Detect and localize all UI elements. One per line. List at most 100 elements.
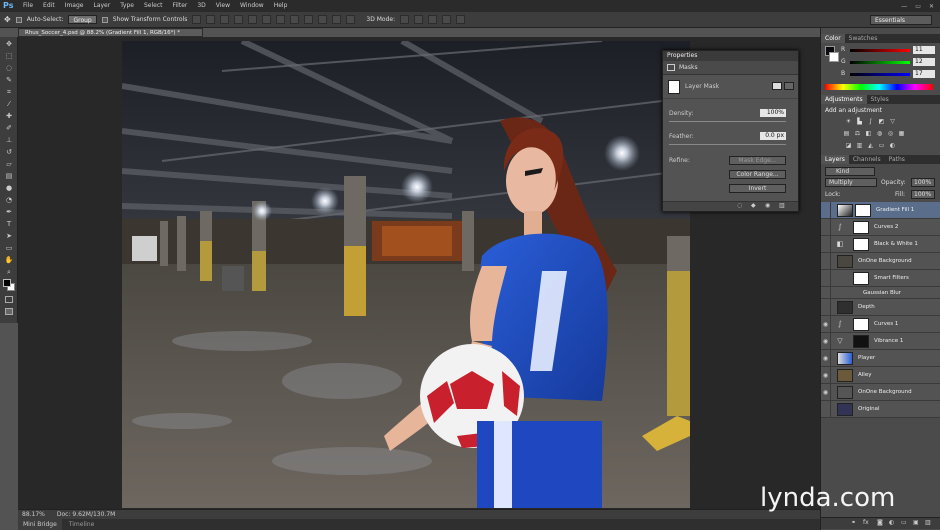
visibility-toggle[interactable]: [821, 252, 831, 270]
opacity-input[interactable]: 100%: [911, 178, 935, 187]
photo-filter-icon[interactable]: ◍: [876, 130, 883, 137]
brightness-contrast-icon[interactable]: ☀: [845, 118, 852, 125]
layer-filter-kind[interactable]: Kind: [825, 167, 875, 176]
mask-thumbnail[interactable]: [853, 220, 869, 234]
tab-paths[interactable]: Paths: [885, 155, 909, 164]
add-mask-icon[interactable]: ◙: [877, 519, 883, 526]
history-brush-icon[interactable]: ↺: [4, 148, 14, 157]
distribute-vcenter-icon[interactable]: [290, 15, 300, 24]
add-vector-mask-icon[interactable]: [784, 82, 794, 90]
color-lookup-icon[interactable]: ▦: [898, 130, 905, 137]
layer-row[interactable]: ◉ ∫ Curves 1: [821, 315, 940, 333]
layer-row[interactable]: Depth: [821, 298, 940, 316]
menu-type[interactable]: Type: [115, 0, 139, 12]
layer-row[interactable]: ◉ OnOne Background: [821, 383, 940, 401]
layer-name[interactable]: Alley: [858, 372, 871, 378]
mask-edge-button[interactable]: Mask Edge...: [729, 156, 786, 165]
layer-name[interactable]: Player: [858, 355, 875, 361]
visibility-toggle[interactable]: ◉: [821, 315, 831, 333]
selective-color-icon[interactable]: ◐: [889, 142, 896, 149]
layer-row[interactable]: ◉ Player: [821, 349, 940, 367]
add-pixel-mask-icon[interactable]: [772, 82, 782, 90]
color-range-button[interactable]: Color Range...: [729, 170, 786, 179]
tab-mini-bridge[interactable]: Mini Bridge: [18, 519, 62, 530]
3d-roll-icon[interactable]: [414, 15, 424, 24]
visibility-toggle[interactable]: [821, 400, 831, 418]
canvas-image[interactable]: [122, 41, 690, 508]
red-slider[interactable]: [850, 49, 910, 52]
mask-thumbnail[interactable]: [668, 80, 680, 94]
curves-icon[interactable]: ∫: [867, 118, 874, 125]
document-tab[interactable]: Rhus_Soccer_4.psd @ 88.2% (Gradient Fill…: [18, 28, 203, 37]
mask-thumbnail[interactable]: [853, 317, 869, 331]
path-select-icon[interactable]: ➤: [4, 232, 14, 241]
eraser-tool-icon[interactable]: ▱: [4, 160, 14, 169]
mask-thumbnail[interactable]: [853, 237, 869, 251]
link-layers-icon[interactable]: ⚭: [851, 519, 856, 526]
new-group-icon[interactable]: ▭: [901, 519, 907, 526]
menu-edit[interactable]: Edit: [38, 0, 60, 12]
layer-row[interactable]: OnOne Background: [821, 252, 940, 270]
dodge-tool-icon[interactable]: ◔: [4, 196, 14, 205]
new-layer-icon[interactable]: ▣: [913, 519, 919, 526]
layer-row[interactable]: ◉ Alley: [821, 366, 940, 384]
red-input[interactable]: 11: [913, 46, 935, 54]
fill-input[interactable]: 100%: [911, 190, 935, 199]
layer-row[interactable]: Gaussian Blur: [821, 286, 940, 299]
align-left-icon[interactable]: [234, 15, 244, 24]
menu-view[interactable]: View: [211, 0, 235, 12]
add-style-icon[interactable]: fx: [863, 519, 869, 526]
distribute-bottom-icon[interactable]: [304, 15, 314, 24]
distribute-right-icon[interactable]: [346, 15, 356, 24]
gradient-map-icon[interactable]: ▭: [878, 142, 885, 149]
align-right-icon[interactable]: [262, 15, 272, 24]
visibility-toggle[interactable]: [821, 286, 831, 299]
workspace-dropdown[interactable]: Essentials: [870, 15, 932, 25]
lasso-tool-icon[interactable]: ◌: [4, 64, 14, 73]
channel-mixer-icon[interactable]: ◎: [887, 130, 894, 137]
density-input[interactable]: 100%: [760, 109, 786, 117]
distribute-hcenter-icon[interactable]: [332, 15, 342, 24]
pen-tool-icon[interactable]: ✒: [4, 208, 14, 217]
mask-thumbnail[interactable]: [853, 334, 869, 348]
tab-styles[interactable]: Styles: [867, 95, 893, 104]
menu-filter[interactable]: Filter: [168, 0, 193, 12]
distribute-top-icon[interactable]: [276, 15, 286, 24]
density-slider[interactable]: [669, 121, 786, 122]
zoom-tool-icon[interactable]: ⌕: [4, 268, 14, 277]
type-tool-icon[interactable]: T: [4, 220, 14, 229]
blue-input[interactable]: 17: [913, 70, 935, 78]
mask-thumbnail[interactable]: [855, 203, 871, 217]
layer-name[interactable]: Vibrance 1: [874, 338, 903, 344]
maximize-button[interactable]: ▭: [915, 3, 921, 10]
tab-timeline[interactable]: Timeline: [63, 519, 100, 530]
threshold-icon[interactable]: ◭: [867, 142, 874, 149]
visibility-toggle[interactable]: ◉: [821, 383, 831, 401]
eyedropper-tool-icon[interactable]: ⁄: [4, 100, 14, 109]
delete-mask-icon[interactable]: ▥: [779, 202, 785, 209]
distribute-left-icon[interactable]: [318, 15, 328, 24]
quick-select-tool-icon[interactable]: ✎: [4, 76, 14, 85]
align-vcenter-icon[interactable]: [206, 15, 216, 24]
visibility-toggle[interactable]: ◉: [821, 332, 831, 350]
shape-tool-icon[interactable]: ▭: [4, 244, 14, 253]
hue-saturation-icon[interactable]: ▤: [843, 130, 850, 137]
move-tool-icon[interactable]: ✥: [4, 40, 14, 49]
green-input[interactable]: 12: [913, 58, 935, 66]
visibility-toggle[interactable]: [821, 269, 831, 287]
visibility-toggle[interactable]: ◉: [821, 349, 831, 367]
bg-color-preview[interactable]: [829, 52, 839, 62]
show-transform-checkbox[interactable]: [101, 16, 108, 23]
blur-tool-icon[interactable]: ●: [4, 184, 14, 193]
color-spectrum-bar[interactable]: [825, 84, 933, 90]
minimize-button[interactable]: —: [901, 3, 907, 10]
quick-mask-icon[interactable]: [5, 296, 13, 303]
new-adjustment-icon[interactable]: ◐: [889, 519, 894, 526]
auto-select-dropdown[interactable]: Group: [68, 15, 97, 24]
tab-layers[interactable]: Layers: [821, 155, 849, 164]
3d-rotate-icon[interactable]: [400, 15, 410, 24]
layer-row[interactable]: ∫ Curves 2: [821, 218, 940, 236]
layer-row[interactable]: ◧ Black & White 1: [821, 235, 940, 253]
invert-adj-icon[interactable]: ◪: [845, 142, 852, 149]
layer-row[interactable]: Smart Filters: [821, 269, 940, 287]
